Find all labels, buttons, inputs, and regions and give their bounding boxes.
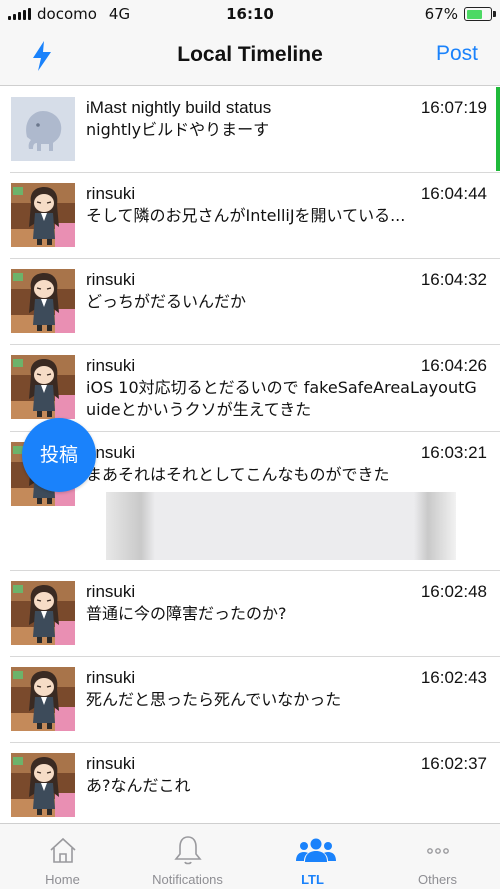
tab-ltl[interactable]: LTL bbox=[250, 824, 375, 889]
post-text: nightlyビルドやりまーす bbox=[86, 120, 270, 139]
post-content: rinsuki 16:02:48 普通に今の障害だったのか? bbox=[0, 571, 500, 656]
timeline-post[interactable]: rinsuki 16:02:37 あ?なんだこれ bbox=[10, 743, 500, 823]
post-text: 普通に今の障害だったのか? bbox=[86, 604, 287, 623]
avatar[interactable] bbox=[11, 753, 75, 817]
post-username: rinsuki bbox=[86, 754, 136, 773]
tab-label: LTL bbox=[301, 872, 324, 887]
post-content: iMast nightly build status 16:07:19 nightl… bbox=[0, 87, 500, 172]
post-header: rinsuki 16:04:26 bbox=[86, 355, 487, 377]
post-timestamp: 16:02:37 bbox=[420, 754, 487, 773]
post-username: rinsuki bbox=[86, 184, 136, 203]
post-content: rinsuki 16:04:32 どっちがだるいんだか bbox=[0, 259, 500, 344]
tab-label: Notifications bbox=[152, 872, 223, 887]
avatar[interactable] bbox=[11, 581, 75, 645]
status-bar: docomo 4G 16:10 67% bbox=[0, 0, 500, 28]
post-header: rinsuki 16:02:48 bbox=[86, 581, 487, 603]
battery-icon bbox=[464, 7, 496, 21]
post-header: iMast nightly build status 16:07:19 bbox=[86, 97, 487, 119]
post-text: まあそれはそれとしてこんなものができた bbox=[86, 465, 390, 484]
status-right: 67% bbox=[424, 5, 496, 23]
compose-floating-button[interactable]: 投稿 bbox=[22, 418, 96, 492]
post-header: rinsuki 16:04:44 bbox=[86, 183, 487, 205]
timeline-post[interactable]: rinsuki 16:02:48 普通に今の障害だったのか? bbox=[10, 571, 500, 657]
post-timestamp: 16:07:19 bbox=[420, 98, 487, 117]
timeline-post[interactable]: iMast nightly build status 16:07:19 nightl… bbox=[10, 87, 500, 173]
post-username: rinsuki bbox=[86, 356, 136, 375]
post-username: rinsuki bbox=[86, 270, 136, 289]
post-text: iOS 10対応切るとだるいので fakeSafeAreaLayoutGuide… bbox=[86, 378, 477, 419]
battery-fill bbox=[466, 9, 482, 19]
post-content: rinsuki 16:02:37 あ?なんだこれ bbox=[0, 743, 500, 823]
post-text: あ?なんだこれ bbox=[86, 776, 191, 795]
avatar[interactable] bbox=[11, 355, 75, 419]
post-text: どっちがだるいんだか bbox=[86, 292, 247, 311]
post-header: rinsuki 16:02:43 bbox=[86, 667, 487, 689]
timeline-post[interactable]: rinsuki 16:04:26 iOS 10対応切るとだるいので fakeSafe… bbox=[10, 345, 500, 432]
avatar[interactable] bbox=[11, 667, 75, 731]
post-username: rinsuki bbox=[86, 668, 136, 687]
post-header: rinsuki 16:03:21 bbox=[86, 442, 487, 464]
nav-bar: Local Timeline Post bbox=[0, 28, 500, 86]
tab-label: Home bbox=[45, 872, 80, 887]
avatar[interactable] bbox=[11, 183, 75, 247]
post-button[interactable]: Post bbox=[436, 42, 478, 66]
post-header: rinsuki 16:02:37 bbox=[86, 753, 487, 775]
post-text: そして隣のお兄さんがIntelliJを開いている... bbox=[86, 206, 406, 225]
post-timestamp: 16:02:43 bbox=[420, 668, 487, 687]
post-header: rinsuki 16:04:32 bbox=[86, 269, 487, 291]
timeline-post[interactable]: rinsuki 16:02:43 死んだと思ったら死んでいなかった bbox=[10, 657, 500, 743]
status-accent-bar bbox=[496, 87, 500, 171]
post-username: rinsuki bbox=[86, 582, 136, 601]
users-icon bbox=[295, 833, 336, 867]
post-timestamp: 16:02:48 bbox=[420, 582, 487, 601]
post-text: 死んだと思ったら死んでいなかった bbox=[86, 690, 342, 709]
tab-bar: Home Notifications LTL Others bbox=[0, 823, 500, 889]
post-timestamp: 16:04:32 bbox=[420, 270, 487, 289]
post-timestamp: 16:03:21 bbox=[420, 443, 487, 462]
post-content: rinsuki 16:02:43 死んだと思ったら死んでいなかった bbox=[0, 657, 500, 742]
bell-icon bbox=[171, 833, 205, 867]
tab-notifications[interactable]: Notifications bbox=[125, 824, 250, 889]
avatar[interactable] bbox=[11, 269, 75, 333]
post-content: rinsuki 16:04:26 iOS 10対応切るとだるいので fakeSafe… bbox=[0, 345, 500, 431]
post-username: iMast nightly build status bbox=[86, 98, 272, 117]
post-content: rinsuki 16:04:44 そして隣のお兄さんがIntelliJを開いている.… bbox=[0, 173, 500, 258]
timeline-post[interactable]: rinsuki 16:04:44 そして隣のお兄さんがIntelliJを開いている.… bbox=[10, 173, 500, 259]
timeline-post[interactable]: rinsuki 16:04:32 どっちがだるいんだか bbox=[10, 259, 500, 345]
battery-percent: 67% bbox=[424, 5, 458, 23]
tab-others[interactable]: Others bbox=[375, 824, 500, 889]
tab-home[interactable]: Home bbox=[0, 824, 125, 889]
default-avatar[interactable] bbox=[11, 97, 75, 161]
post-timestamp: 16:04:44 bbox=[420, 184, 487, 203]
home-icon bbox=[46, 833, 80, 867]
more-icon bbox=[421, 833, 455, 867]
tab-label: Others bbox=[417, 872, 457, 887]
post-timestamp: 16:04:26 bbox=[420, 356, 487, 375]
page-title: Local Timeline bbox=[177, 43, 323, 66]
post-image-attachment[interactable] bbox=[106, 492, 456, 560]
